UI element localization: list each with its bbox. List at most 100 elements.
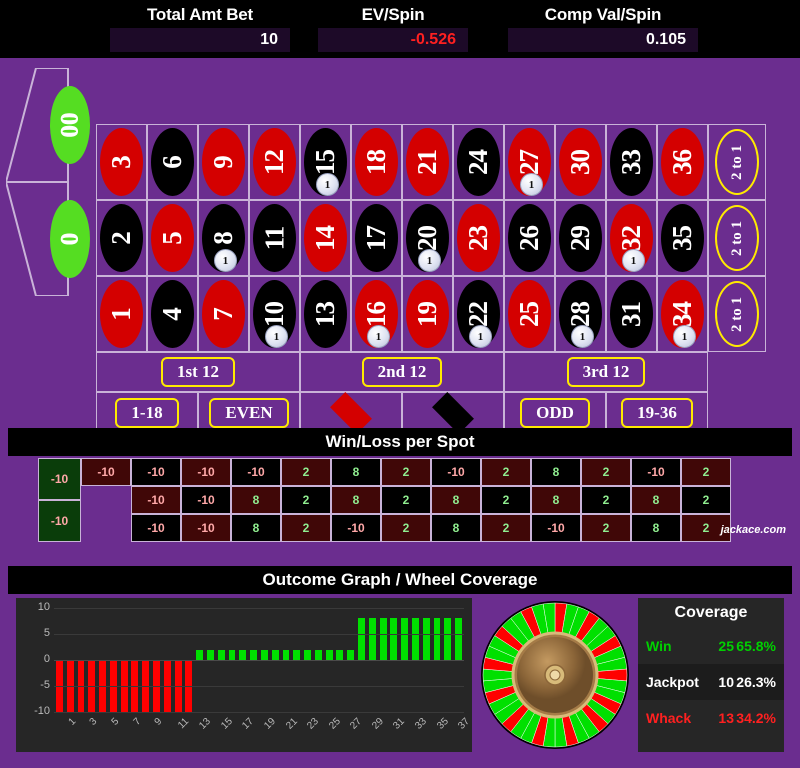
win-loss-cell: 8	[331, 486, 381, 514]
number-oval: 31	[610, 280, 653, 348]
chip-8[interactable]: 1	[571, 325, 594, 348]
chart-x-tick-label: 9	[152, 716, 165, 728]
number-label: 3	[106, 155, 136, 169]
outcome-bar-chart: -10 -5 0 5 10 1 3 5 7 9 11 13 15 17 19 21 23 25 27 29 31 33 3…	[16, 598, 472, 752]
win-loss-cell: -10	[431, 458, 481, 486]
bet-cell-0[interactable]: 0	[34, 182, 94, 296]
column-bet-pill: 2 to 1	[715, 281, 759, 347]
wheel-svg	[481, 601, 629, 749]
zero-oval-00: 00	[50, 86, 90, 164]
chart-bar	[217, 649, 225, 660]
number-label: 19	[412, 301, 442, 327]
bet-dozen-2[interactable]: 2nd 12	[300, 352, 504, 392]
chip-0[interactable]: 1	[316, 173, 339, 196]
chip-6[interactable]: 1	[367, 325, 390, 348]
number-label: 33	[616, 149, 646, 175]
number-oval: 7	[202, 280, 245, 348]
number-oval: 35	[661, 204, 704, 272]
bet-cell-29[interactable]: 29	[555, 200, 606, 276]
chip-7[interactable]: 1	[469, 325, 492, 348]
bet-cell-12[interactable]: 12	[249, 124, 300, 200]
bet-cell-00[interactable]: 00	[34, 68, 94, 182]
bet-cell-5[interactable]: 5	[147, 200, 198, 276]
bet-cell-6[interactable]: 6	[147, 124, 198, 200]
chart-y-tick-label: -5	[40, 679, 50, 691]
bet-cell-17[interactable]: 17	[351, 200, 402, 276]
bet-cell-26[interactable]: 26	[504, 200, 555, 276]
chip-1[interactable]: 1	[520, 173, 543, 196]
bet-cell-9[interactable]: 9	[198, 124, 249, 200]
chart-gridline	[54, 712, 464, 713]
coverage-row-win: Win 25 65.8%	[638, 628, 784, 664]
zero-oval-0: 0	[50, 200, 90, 278]
number-oval: 1	[100, 280, 143, 348]
chart-x-tick-label: 11	[175, 716, 191, 732]
column-bet-label: 2 to 1	[728, 296, 745, 332]
chip-3[interactable]: 1	[418, 249, 441, 272]
chart-x-tick-label: 25	[326, 716, 343, 732]
coverage-label: Win	[646, 638, 672, 654]
number-oval: 18	[355, 128, 398, 196]
chart-x-tick-label: 29	[370, 716, 386, 732]
outside-pill: 1-18	[115, 398, 179, 428]
bet-dozen-3[interactable]: 3rd 12	[504, 352, 708, 392]
bet-cell-11[interactable]: 11	[249, 200, 300, 276]
number-oval: 14	[304, 204, 347, 272]
win-loss-cell: 8	[531, 486, 581, 514]
chart-bar	[433, 618, 441, 660]
bet-cell-13[interactable]: 13	[300, 276, 351, 352]
chip-4[interactable]: 1	[622, 249, 645, 272]
bet-cell-24[interactable]: 24	[453, 124, 504, 200]
number-label: 6	[157, 155, 187, 169]
coverage-panel: Coverage Win 25 65.8% Jackpot 10 26.3% W…	[638, 598, 784, 752]
bet-cell-2[interactable]: 2	[96, 200, 147, 276]
number-label: 12	[259, 149, 289, 175]
chart-bar	[293, 649, 301, 660]
number-label: 1	[106, 307, 136, 321]
bet-cell-25[interactable]: 25	[504, 276, 555, 352]
stat-value: -0.526	[318, 28, 468, 52]
coverage-count: 13	[718, 710, 734, 726]
chart-bar	[282, 649, 290, 660]
bet-cell-1[interactable]: 1	[96, 276, 147, 352]
bet-column-1[interactable]: 2 to 1	[708, 124, 766, 200]
chip-2[interactable]: 1	[214, 249, 237, 272]
chip-9[interactable]: 1	[673, 325, 696, 348]
number-label: 25	[514, 301, 544, 327]
number-label: 8	[208, 231, 238, 245]
outside-pill: 19-36	[621, 398, 693, 428]
bet-cell-3[interactable]: 3	[96, 124, 147, 200]
chart-bar	[250, 649, 258, 660]
bet-cell-19[interactable]: 19	[402, 276, 453, 352]
bet-cell-36[interactable]: 36	[657, 124, 708, 200]
win-loss-cell: 8	[231, 514, 281, 542]
bet-cell-33[interactable]: 33	[606, 124, 657, 200]
bet-cell-18[interactable]: 18	[351, 124, 402, 200]
win-loss-zero-cell: -10	[38, 458, 81, 500]
number-label: 30	[565, 149, 595, 175]
chart-gridline	[54, 634, 464, 635]
chip-5[interactable]: 1	[265, 325, 288, 348]
bet-cell-30[interactable]: 30	[555, 124, 606, 200]
bet-cell-14[interactable]: 14	[300, 200, 351, 276]
column-bet-label: 2 to 1	[728, 220, 745, 256]
bet-cell-31[interactable]: 31	[606, 276, 657, 352]
bet-column-3[interactable]: 2 to 1	[708, 276, 766, 352]
bet-column-2[interactable]: 2 to 1	[708, 200, 766, 276]
number-oval: 3	[100, 128, 143, 196]
bet-cell-23[interactable]: 23	[453, 200, 504, 276]
bet-cell-7[interactable]: 7	[198, 276, 249, 352]
chart-plot-area: -10 -5 0 5 10	[34, 601, 464, 717]
column-bet-pill: 2 to 1	[715, 205, 759, 271]
chart-bar	[196, 649, 204, 660]
bet-cell-21[interactable]: 21	[402, 124, 453, 200]
win-loss-cell: 2	[281, 458, 331, 486]
bet-dozen-1[interactable]: 1st 12	[96, 352, 300, 392]
number-label: 20	[412, 225, 442, 251]
number-label: 4	[157, 307, 187, 321]
chart-y-tick-label: 0	[43, 653, 50, 665]
bet-cell-35[interactable]: 35	[657, 200, 708, 276]
bet-cell-4[interactable]: 4	[147, 276, 198, 352]
chart-bar	[260, 649, 268, 660]
chart-bar	[239, 649, 247, 660]
